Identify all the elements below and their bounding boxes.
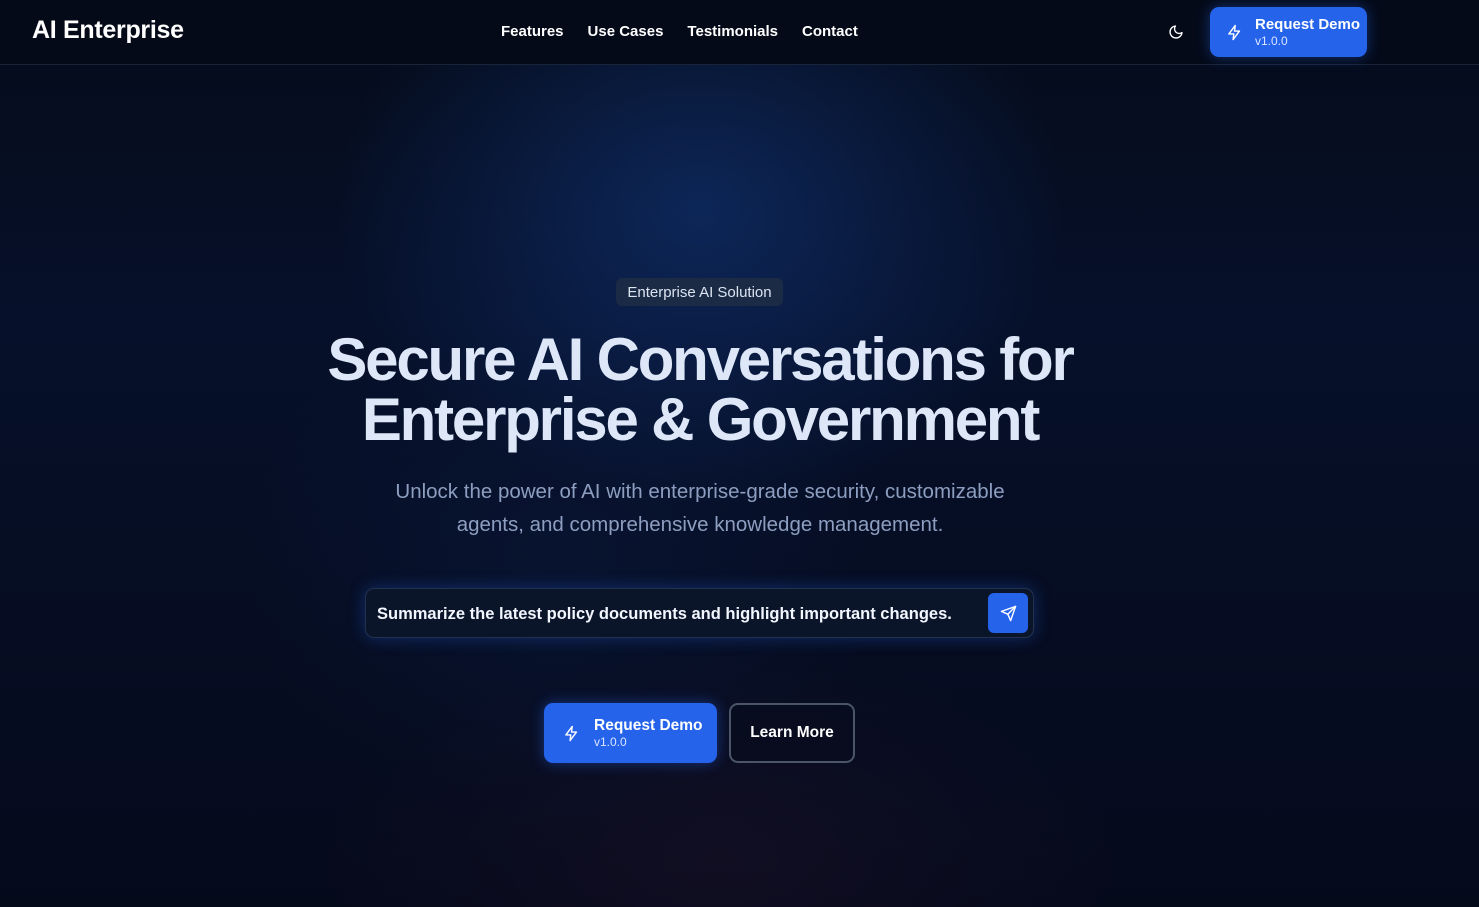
headline-line-2: Enterprise & Government (361, 386, 1040, 453)
hero-headline: Secure AI Conversations for Enterprise &… (240, 330, 1160, 450)
send-button[interactable] (988, 593, 1028, 633)
headline-line-1: Secure AI Conversations for (327, 326, 1074, 393)
subhead-line-1: Unlock the power of AI with enterprise-g… (395, 480, 1005, 503)
header-request-demo-button[interactable]: Request Demo v1.0.0 (1210, 7, 1367, 57)
lightning-icon (1228, 24, 1241, 40)
brand-logo[interactable]: AI Enterprise (32, 16, 184, 45)
main-nav: Features Use Cases Testimonials Contact (501, 23, 858, 40)
nav-link-contact[interactable]: Contact (802, 23, 858, 40)
nav-link-testimonials[interactable]: Testimonials (687, 23, 778, 40)
hero-subheading: Unlock the power of AI with enterprise-g… (340, 475, 1060, 541)
prompt-input[interactable] (377, 602, 977, 626)
prompt-bar (365, 588, 1034, 638)
learn-more-button[interactable]: Learn More (729, 703, 855, 763)
subhead-line-2: agents, and comprehensive knowledge mana… (456, 513, 944, 536)
version-label: v1.0.0 (1255, 34, 1288, 48)
version-label: v1.0.0 (594, 735, 627, 750)
moon-icon (1169, 25, 1183, 39)
request-demo-label: Request Demo (1255, 16, 1361, 33)
top-navbar: AI Enterprise Features Use Cases Testimo… (0, 0, 1479, 65)
send-icon (1000, 605, 1016, 621)
hero-request-demo-button[interactable]: Request Demo v1.0.0 (544, 703, 717, 763)
theme-toggle-button[interactable] (1164, 20, 1188, 44)
nav-link-features[interactable]: Features (501, 23, 564, 40)
request-demo-label: Request Demo (594, 716, 703, 734)
nav-link-use-cases[interactable]: Use Cases (588, 23, 664, 40)
lightning-icon (565, 725, 578, 741)
solution-badge: Enterprise AI Solution (616, 278, 783, 306)
